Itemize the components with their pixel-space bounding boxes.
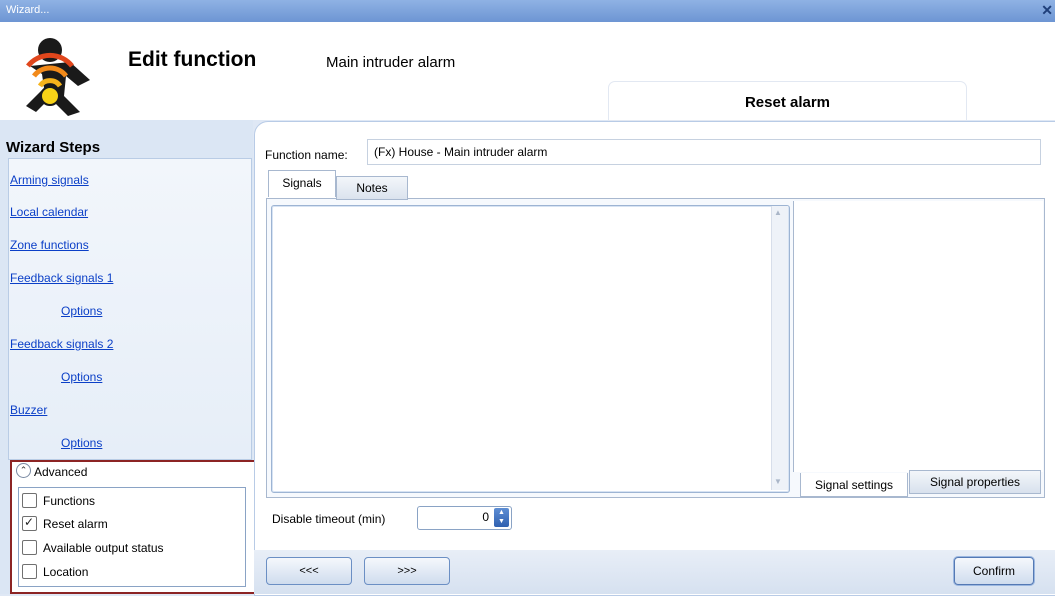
tab-notes[interactable]: Notes bbox=[336, 176, 408, 200]
advanced-toggle-label[interactable]: Advanced bbox=[34, 465, 87, 479]
option-label: Available output status bbox=[43, 540, 164, 555]
tab-signal-properties[interactable]: Signal properties bbox=[909, 470, 1041, 494]
step-feedback-2-options[interactable]: Options bbox=[61, 370, 102, 384]
option-reset-alarm[interactable]: Reset alarm bbox=[22, 515, 108, 532]
step-buzzer-options[interactable]: Options bbox=[61, 436, 102, 450]
functions-checkbox[interactable] bbox=[22, 493, 37, 509]
step-feedback-1-options[interactable]: Options bbox=[61, 304, 102, 318]
disable-timeout-value[interactable]: 0 bbox=[417, 510, 489, 524]
disable-timeout-label: Disable timeout (min) bbox=[272, 512, 386, 526]
window-title: Wizard... bbox=[6, 4, 50, 16]
option-location[interactable]: Location bbox=[22, 564, 89, 580]
current-step-label: Reset alarm bbox=[744, 94, 831, 111]
intruder-alarm-logo-icon bbox=[26, 38, 90, 116]
option-label: Location bbox=[43, 564, 89, 579]
function-subtitle: Main intruder alarm bbox=[326, 54, 456, 71]
next-step-button[interactable]: >>> bbox=[364, 557, 450, 585]
option-label: Functions bbox=[43, 493, 96, 508]
tab-signals[interactable]: Signals bbox=[268, 170, 336, 197]
scroll-up-arrow-icon[interactable]: ▲ bbox=[774, 208, 782, 217]
close-icon[interactable]: ✕ bbox=[1041, 2, 1053, 19]
current-step-tab: Reset alarm bbox=[609, 82, 966, 120]
spinner-arrows-icon[interactable]: ▲ ▼ bbox=[494, 508, 509, 527]
chevron-up-icon[interactable]: ⌃ bbox=[16, 463, 31, 478]
option-functions[interactable]: Functions bbox=[22, 493, 96, 509]
window-titlebar: Wizard... ✕ bbox=[0, 0, 1055, 22]
location-checkbox[interactable] bbox=[22, 564, 37, 580]
page-title: Edit function bbox=[128, 48, 257, 71]
wizard-steps-title: Wizard Steps bbox=[6, 139, 101, 156]
function-name-input[interactable] bbox=[367, 139, 1041, 165]
step-feedback-signals-2[interactable]: Feedback signals 2 bbox=[10, 337, 113, 351]
reset-alarm-checkbox[interactable] bbox=[22, 515, 37, 532]
tab-signals-label: Signals bbox=[282, 176, 322, 190]
step-local-calendar[interactable]: Local calendar bbox=[10, 205, 88, 219]
previous-step-button[interactable]: <<< bbox=[266, 557, 352, 585]
tab-notes-label: Notes bbox=[356, 181, 388, 195]
step-feedback-signals-1[interactable]: Feedback signals 1 bbox=[10, 271, 113, 285]
tab-signal-settings[interactable]: Signal settings bbox=[800, 473, 908, 497]
step-arming-signals[interactable]: Arming signals bbox=[10, 173, 89, 187]
available-output-status-checkbox[interactable] bbox=[22, 540, 37, 556]
step-buzzer[interactable]: Buzzer bbox=[10, 403, 47, 417]
tab-signal-properties-label: Signal properties bbox=[929, 475, 1021, 489]
tab-signal-settings-label: Signal settings bbox=[814, 478, 894, 492]
signal-properties-panel bbox=[793, 201, 1043, 472]
function-name-label: Function name: bbox=[265, 148, 348, 162]
confirm-button[interactable]: Confirm bbox=[954, 557, 1034, 585]
option-label: Reset alarm bbox=[43, 516, 108, 531]
scroll-down-arrow-icon[interactable]: ▼ bbox=[774, 477, 782, 486]
step-zone-functions[interactable]: Zone functions bbox=[10, 238, 89, 252]
signals-list[interactable] bbox=[271, 205, 790, 493]
signals-scrollbar[interactable] bbox=[771, 206, 788, 490]
option-available-output-status[interactable]: Available output status bbox=[22, 540, 164, 556]
